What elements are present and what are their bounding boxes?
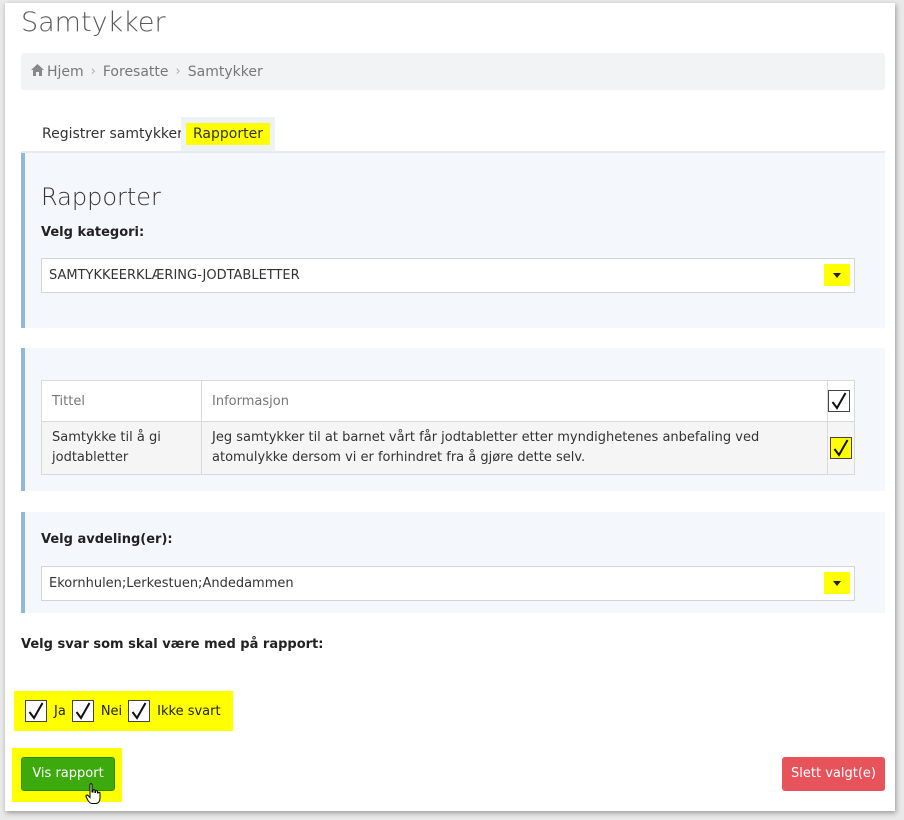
departments-label: Velg avdeling(er): (41, 532, 173, 547)
departments-panel: Velg avdeling(er): Ekornhulen;Lerkestuen… (21, 512, 885, 613)
row-info: Jeg samtykker til at barnet vårt får jod… (201, 421, 828, 475)
table-row[interactable]: Samtykke til å gi jodtabletter Jeg samty… (41, 421, 855, 475)
checkbox-ja-label: Ja (54, 703, 66, 719)
answers-checkbox-group: Ja Nei Ikke svart (14, 691, 233, 731)
category-select[interactable]: SAMTYKKEERKLÆRING-JODTABLETTER (41, 258, 855, 293)
tab-rapporter[interactable]: Rapporter (181, 117, 275, 151)
chevron-right-icon: › (175, 64, 181, 79)
tab-registrer-samtykker[interactable]: Registrer samtykker (25, 117, 200, 151)
delete-selected-button[interactable]: Slett valgt(e) (782, 757, 885, 791)
reports-panel: Rapporter Velg kategori: SAMTYKKEERKLÆRI… (21, 153, 885, 328)
home-icon[interactable] (31, 63, 44, 80)
breadcrumb-foresatte[interactable]: Foresatte (103, 64, 169, 80)
breadcrumb: Hjem › Foresatte › Samtykker (21, 53, 885, 90)
row-title: Samtykke til å gi jodtabletter (41, 421, 202, 475)
category-select-value: SAMTYKKEERKLÆRING-JODTABLETTER (49, 268, 300, 283)
departments-select[interactable]: Ekornhulen;Lerkestuen;Andedammen (41, 566, 855, 601)
checkbox-ja[interactable] (25, 700, 47, 722)
page-title: Samtykker (21, 7, 166, 38)
select-all-checkbox[interactable] (828, 390, 850, 412)
reports-heading: Rapporter (41, 183, 161, 211)
consent-table: Tittel Informasjon Samtykke til å gi jod… (41, 380, 855, 475)
dropdown-arrow-icon[interactable] (824, 572, 850, 594)
tab-bar: Registrer samtykker Rapporter (21, 117, 885, 154)
answers-label: Velg svar som skal være med på rapport: (21, 637, 324, 652)
column-header-select-all (827, 380, 855, 422)
hand-cursor-icon (85, 783, 101, 809)
checkbox-ikke-svart-label: Ikke svart (157, 703, 221, 719)
chevron-right-icon: › (90, 64, 96, 79)
table-header-row: Tittel Informasjon (41, 380, 855, 422)
column-header-informasjon: Informasjon (201, 380, 828, 422)
category-label: Velg kategori: (41, 225, 145, 240)
column-header-tittel: Tittel (41, 380, 202, 422)
checkbox-ikke-svart[interactable] (128, 700, 151, 722)
departments-select-value: Ekornhulen;Lerkestuen;Andedammen (49, 576, 294, 591)
row-checkbox[interactable] (830, 437, 852, 459)
consent-table-panel: Tittel Informasjon Samtykke til å gi jod… (21, 348, 885, 491)
page-container: Samtykker Hjem › Foresatte › Samtykker R… (5, 3, 895, 811)
dropdown-arrow-icon[interactable] (824, 264, 850, 286)
breadcrumb-samtykker: Samtykker (187, 63, 263, 80)
checkbox-nei-label: Nei (100, 703, 123, 719)
tab-rapporter-label: Rapporter (186, 123, 270, 145)
checkbox-nei[interactable] (71, 700, 94, 722)
row-select-cell (827, 421, 855, 475)
breadcrumb-home[interactable]: Hjem (47, 64, 84, 80)
